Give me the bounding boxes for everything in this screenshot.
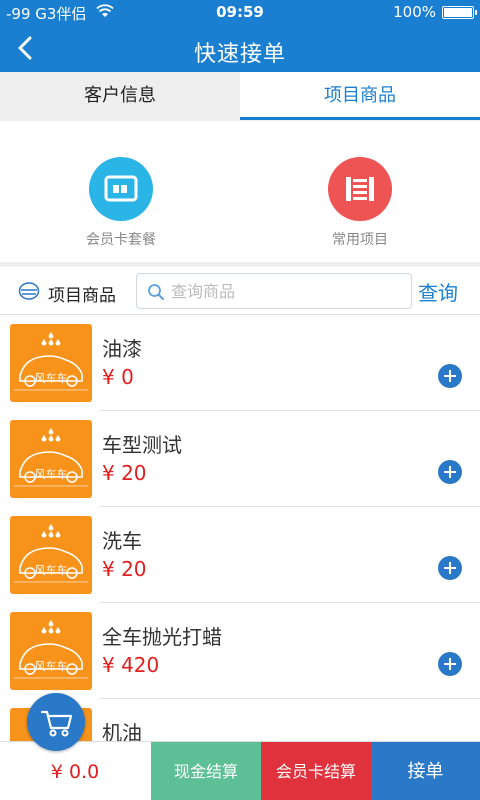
- product-price: ¥ 20: [102, 557, 147, 581]
- product-thumbnail: 风车车: [10, 612, 92, 690]
- product-price: ¥ 420: [102, 653, 160, 677]
- add-product-button[interactable]: [438, 460, 462, 484]
- common-items-button[interactable]: 常用项目: [300, 157, 420, 249]
- nav-bar: 快速接单: [0, 24, 480, 72]
- member-card-checkout-button[interactable]: 会员卡结算: [261, 742, 371, 800]
- quick-action-label: 会员卡套餐: [86, 232, 156, 248]
- list-icon: [328, 157, 392, 221]
- thumbnail-brand-text: 风车车: [34, 468, 68, 481]
- product-row[interactable]: 风车车 全车抛光打蜡 ¥ 420: [0, 603, 480, 699]
- product-name: 油漆: [102, 337, 142, 361]
- active-tab-indicator: [240, 117, 480, 120]
- accept-order-button[interactable]: 接单: [371, 742, 480, 800]
- tab-bar: 客户信息 项目商品: [0, 72, 480, 120]
- product-name: 全车抛光打蜡: [102, 625, 222, 649]
- tab-label: 项目商品: [324, 85, 396, 106]
- product-row[interactable]: 风车车 洗车 ¥ 20: [0, 507, 480, 603]
- cart-button[interactable]: [27, 693, 85, 751]
- product-price: ¥ 20: [102, 461, 147, 485]
- tab-project-products[interactable]: 项目商品: [240, 72, 480, 120]
- thumbnail-brand-text: 风车车: [34, 660, 68, 673]
- product-row[interactable]: 风车车 油漆 ¥ 0: [0, 315, 480, 411]
- product-price: ¥ 0: [102, 365, 134, 389]
- product-thumbnail: 风车车: [10, 420, 92, 498]
- category-icon: [18, 282, 40, 300]
- add-product-button[interactable]: [438, 556, 462, 580]
- search-input[interactable]: [171, 278, 401, 304]
- battery-percent: 100%: [393, 3, 436, 21]
- member-card-package-button[interactable]: 会员卡套餐: [61, 157, 181, 249]
- product-name: 机油: [102, 721, 142, 741]
- product-row[interactable]: 风车车 车型测试 ¥ 20: [0, 411, 480, 507]
- status-bar: -99 G3伴侣 09:59 100%: [0, 0, 480, 24]
- search-icon: [148, 284, 164, 300]
- tab-customer-info[interactable]: 客户信息: [0, 72, 240, 120]
- category-label: 项目商品: [48, 286, 116, 306]
- thumbnail-brand-text: 风车车: [34, 564, 68, 577]
- product-name: 洗车: [102, 529, 142, 553]
- cart-icon: [40, 710, 73, 737]
- battery-icon: [442, 6, 477, 19]
- quick-actions: 会员卡套餐 常用项目: [0, 121, 480, 262]
- product-thumbnail: 风车车: [10, 516, 92, 594]
- product-thumbnail: 风车车: [10, 324, 92, 402]
- product-list: 风车车 油漆 ¥ 0 风车车 车型测试 ¥ 20 风车车 洗车 ¥ 20 风车车…: [0, 315, 480, 741]
- product-name: 车型测试: [102, 433, 182, 457]
- add-product-button[interactable]: [438, 652, 462, 676]
- product-search-row: 项目商品 查询: [0, 267, 480, 315]
- quick-action-label: 常用项目: [332, 232, 388, 248]
- search-box[interactable]: [136, 273, 412, 309]
- thumbnail-brand-text: 风车车: [34, 372, 68, 385]
- page-title: 快速接单: [193, 42, 286, 67]
- cash-checkout-button[interactable]: 现金结算: [151, 742, 261, 800]
- card-icon: [89, 157, 153, 221]
- order-total: ¥ 0.0: [50, 761, 100, 783]
- search-button[interactable]: 查询: [418, 277, 458, 306]
- add-product-button[interactable]: [438, 364, 462, 388]
